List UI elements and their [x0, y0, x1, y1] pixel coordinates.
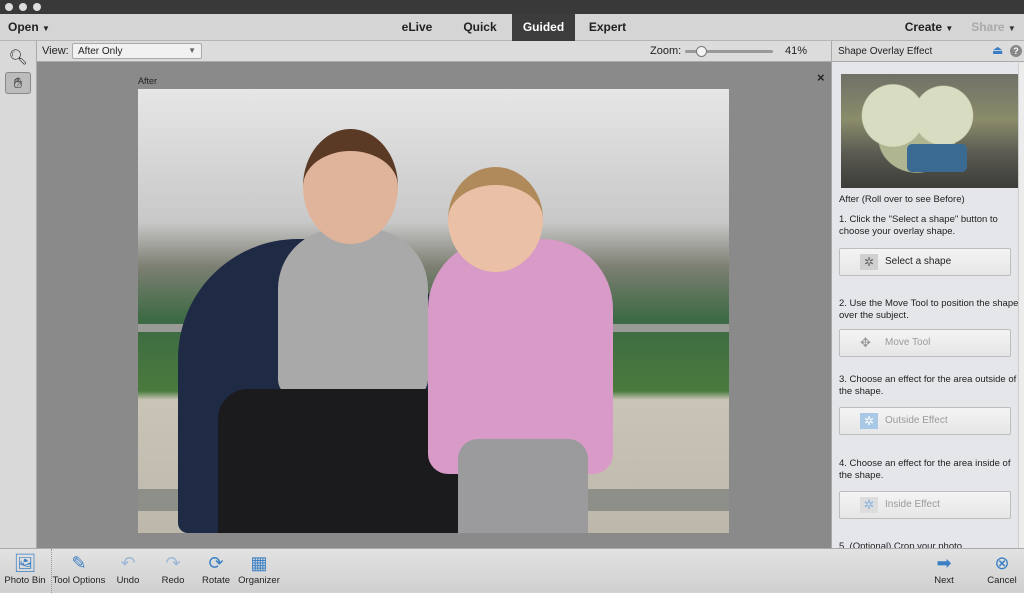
share-menu[interactable]: Share ▼ — [966, 14, 1021, 41]
zoom-slider[interactable] — [685, 46, 773, 57]
chevron-down-icon: ▼ — [42, 24, 50, 33]
rotate-label: Rotate — [202, 575, 230, 586]
move-tool-button[interactable]: ✥ Move Tool — [839, 329, 1011, 357]
rotate-button[interactable]: ⟳ Rotate — [198, 549, 234, 593]
cancel-button[interactable]: ⊗ Cancel — [984, 549, 1020, 593]
create-label: Create — [904, 20, 943, 34]
step-2-text: 2. Use the Move Tool to position the sha… — [839, 298, 1019, 321]
organizer-button[interactable]: ▦ Organizer — [237, 549, 281, 593]
preview-image — [841, 74, 1018, 188]
menu-bar: Open ▼ eLive Quick Guided Expert Create … — [0, 14, 1024, 41]
close-icon[interactable]: × — [817, 70, 825, 85]
bottom-toolbar: 🖼︎ Photo Bin ✎ Tool Options ↶ Undo ↷ Redo ⟳ R… — [0, 548, 1024, 593]
chevron-down-icon: ▼ — [1007, 24, 1016, 33]
reset-icon[interactable]: ⏏ — [992, 43, 1003, 57]
boy-face — [303, 129, 398, 244]
move-tool-label: Move Tool — [885, 337, 931, 348]
hand-tool-button[interactable]: ✋︎ — [5, 72, 31, 94]
arrow-right-icon: ➡ — [936, 553, 952, 573]
tab-guided[interactable]: Guided — [512, 14, 575, 41]
undo-button[interactable]: ↶ Undo — [112, 549, 144, 593]
zoom-window-button[interactable] — [33, 3, 41, 11]
guided-panel: Shape Overlay Effect ⏏ ? After (Roll ove… — [831, 41, 1024, 548]
redo-label: Redo — [161, 575, 185, 586]
outside-effect-label: Outside Effect — [885, 415, 948, 426]
shape-icon: ✲ — [860, 413, 878, 429]
step-4-text: 4. Choose an effect for the area inside … — [839, 458, 1011, 481]
tab-elive[interactable]: eLive — [392, 14, 442, 41]
open-menu[interactable]: Open ▼ — [8, 14, 63, 41]
view-bar: View: After Only ▼ Zoom: 41% — [37, 41, 831, 62]
cancel-label: Cancel — [987, 575, 1017, 586]
move-icon: ✥ — [860, 335, 871, 350]
minimize-window-button[interactable] — [19, 3, 27, 11]
redo-icon: ↷ — [165, 553, 181, 573]
girl-face — [448, 167, 543, 272]
title-bar — [0, 0, 1024, 14]
wagon — [907, 144, 967, 172]
view-select-value: After Only — [78, 46, 123, 57]
tool-options-button[interactable]: ✎ Tool Options — [51, 549, 106, 593]
zoom-value: 41% — [785, 45, 808, 57]
boy-hoodie — [278, 229, 428, 399]
chevron-down-icon: ▼ — [945, 24, 954, 33]
shape-icon: ✲ — [860, 497, 878, 513]
shape-icon: ✲ — [860, 254, 878, 270]
step-3-text: 3. Choose an effect for the area outside… — [839, 374, 1017, 397]
next-label: Next — [934, 575, 954, 586]
canvas-area: After × — [37, 62, 831, 548]
after-label: After — [138, 76, 158, 86]
inside-effect-label: Inside Effect — [885, 499, 940, 510]
boy-trousers — [218, 389, 458, 533]
hand-icon: ✋︎ — [13, 75, 23, 92]
magnifier-icon: 🔍︎ — [8, 49, 28, 66]
rotate-icon: ⟳ — [208, 553, 224, 573]
help-icon[interactable]: ? — [1010, 45, 1022, 57]
view-label: View: — [42, 45, 69, 57]
tab-quick[interactable]: Quick — [455, 14, 505, 41]
photo-bin-icon: 🖼︎ — [13, 553, 37, 573]
view-select[interactable]: After Only ▼ — [72, 43, 202, 59]
organizer-label: Organizer — [238, 575, 280, 586]
next-button[interactable]: ➡ Next — [928, 549, 960, 593]
undo-icon: ↶ — [120, 553, 136, 573]
undo-label: Undo — [116, 575, 140, 586]
share-label: Share — [971, 20, 1005, 34]
open-label: Open — [8, 20, 39, 34]
inside-effect-button[interactable]: ✲ Inside Effect — [839, 491, 1011, 519]
outside-effect-button[interactable]: ✲ Outside Effect — [839, 407, 1011, 435]
tool-options-label: Tool Options — [52, 575, 106, 586]
cancel-icon: ⊗ — [994, 553, 1010, 573]
panel-header: Shape Overlay Effect ⏏ ? — [832, 41, 1024, 62]
step-5-text: 5. (Optional) Crop your photo. — [839, 541, 965, 548]
zoom-slider-handle[interactable] — [696, 46, 708, 57]
step-1-text: 1. Click the "Select a shape" button to … — [839, 214, 998, 237]
photo-bin-button[interactable]: 🖼︎ Photo Bin — [3, 549, 47, 593]
panel-title: Shape Overlay Effect — [838, 46, 933, 57]
chevron-down-icon: ▼ — [188, 46, 196, 55]
close-window-button[interactable] — [5, 3, 13, 11]
tool-sidebar: 🔍︎ ✋︎ — [0, 41, 37, 548]
redo-button[interactable]: ↷ Redo — [157, 549, 189, 593]
tab-expert[interactable]: Expert — [580, 14, 635, 41]
organizer-icon: ▦ — [250, 553, 268, 573]
zoom-label: Zoom: — [650, 45, 682, 57]
girl-trousers — [458, 439, 588, 533]
create-menu[interactable]: Create ▼ — [898, 14, 960, 41]
tool-options-icon: ✎ — [71, 553, 87, 573]
zoom-tool-button[interactable]: 🔍︎ — [5, 47, 31, 69]
preview-caption: After (Roll over to see Before) — [839, 194, 965, 205]
photo-bin-label: Photo Bin — [4, 575, 46, 586]
select-shape-label: Select a shape — [885, 256, 952, 267]
select-shape-button[interactable]: ✲ Select a shape — [839, 248, 1011, 276]
photo-image — [138, 89, 729, 533]
